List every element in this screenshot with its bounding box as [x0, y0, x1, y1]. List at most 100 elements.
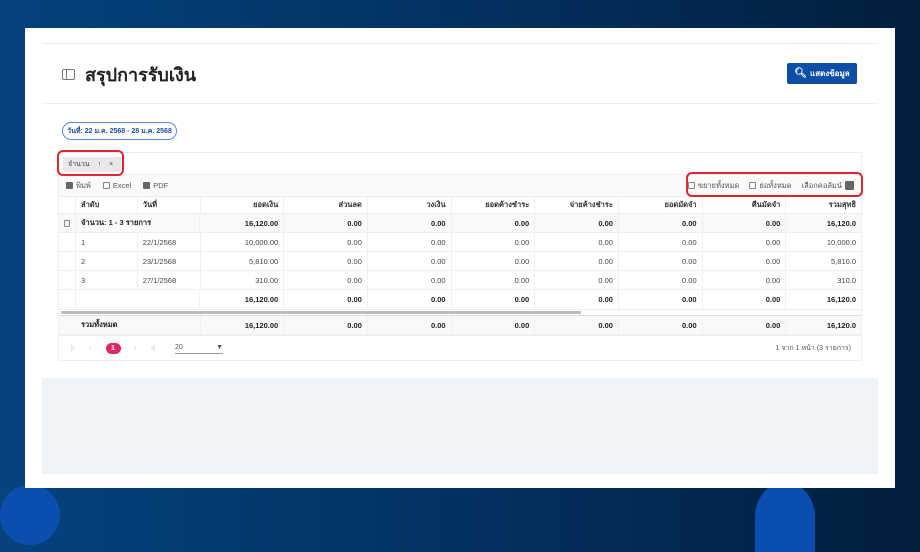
row-value: 0.00 [368, 233, 452, 251]
total-value: 0.00 [452, 316, 536, 334]
row-value: 0.00 [284, 271, 368, 289]
subtotal-value: 0.00 [535, 290, 619, 309]
chevron-down-icon: ▼ [216, 343, 223, 351]
column-header: ยอดเงิน [201, 197, 285, 213]
show-data-button[interactable]: 🔍︎ แสดงข้อมูล [787, 63, 857, 84]
table-header: ลำดับ วันที่ ยอดเงิน ส่วนลด วงเงิน ยอดค้างชำร… [59, 197, 861, 214]
subtotal-value: 0.00 [284, 290, 368, 309]
subtotal-value: 0.00 [368, 290, 452, 309]
row-value: 0.00 [703, 271, 787, 289]
subtotal-value: 0.00 [703, 290, 787, 309]
total-row: รวมทั้งหมด 16,120.00 0.00 0.00 0.00 0.00 0.00 0… [59, 316, 861, 335]
prev-page-button[interactable]: ‹ [89, 345, 91, 352]
divider [42, 43, 878, 44]
group-label: จำนวน: 1 - 3 รายการ [76, 214, 201, 232]
column-header: ยอดมัดจำ [619, 197, 703, 213]
subtotal-value: 16,120.00 [200, 290, 285, 309]
table-row[interactable]: 1 22/1/2568 10,000.00 0.00 0.00 0.00 0.00 0.00 0… [59, 233, 861, 252]
group-expand-icon[interactable] [59, 214, 76, 232]
row-date: 22/1/2568 [138, 233, 201, 251]
spacer [76, 290, 201, 309]
row-value: 0.00 [619, 271, 703, 289]
group-row[interactable]: จำนวน: 1 - 3 รายการ 16,120.00 0.00 0.00 0.00… [59, 214, 861, 233]
group-value: 0.00 [619, 214, 703, 232]
total-value: 0.00 [619, 316, 703, 334]
row-value: 310.0 [837, 275, 857, 285]
highlight-box [686, 172, 863, 197]
row-value: 0.00 [284, 252, 368, 270]
total-value: 16,120.0 [826, 320, 857, 330]
excel-button[interactable]: Excel [102, 181, 131, 190]
row-value: 5,810.0 [831, 256, 857, 266]
decor-blob [755, 482, 815, 552]
column-header: ส่วนลด [284, 197, 368, 213]
column-header: คืนมัดจำ [703, 197, 787, 213]
search-icon: 🔍︎ [794, 68, 808, 79]
indent [59, 271, 76, 289]
pdf-button[interactable]: PDF [143, 181, 168, 190]
column-header: จ่ายค้างชำระ [535, 197, 619, 213]
last-page-button[interactable]: ›| [151, 345, 155, 352]
row-value: 0.00 [535, 233, 619, 251]
subtotal-value: 0.00 [452, 290, 536, 309]
row-value: 0.00 [284, 233, 368, 251]
group-value: 16,120.0 [826, 218, 857, 228]
highlight-box [57, 150, 124, 176]
total-value: 0.00 [368, 316, 452, 334]
group-value: 0.00 [703, 214, 787, 232]
page-info: 1 จาก 1 หน้า (3 รายการ) [775, 345, 851, 352]
print-button[interactable]: พิมพ์ [66, 180, 91, 192]
row-value: 0.00 [452, 252, 536, 270]
row-value: 0.00 [703, 233, 787, 251]
next-page-button[interactable]: › [135, 345, 137, 352]
row-date: 23/1/2568 [138, 252, 201, 270]
page-title: สรุปการรับเงิน [62, 60, 196, 89]
pager: |‹ ‹ 1 › ›| 20 ▼ 1 จาก 1 หน้า (3 รายการ) [59, 335, 861, 361]
table-row[interactable]: 3 27/1/2568 310.00 0.00 0.00 0.00 0.00 0.00 0.00… [59, 271, 861, 290]
group-value: 0.00 [368, 214, 452, 232]
indent [59, 252, 76, 270]
page-1-button[interactable]: 1 [105, 343, 121, 354]
row-value: 0.00 [368, 271, 452, 289]
total-label: รวมทั้งหมด [59, 316, 201, 334]
group-summary-row: 16,120.00 0.00 0.00 0.00 0.00 0.00 0.00 16,120.… [59, 290, 861, 310]
row-date: 27/1/2568 [138, 271, 201, 289]
date-range-badge[interactable]: วันที่: 22 ม.ค. 2568 - 28 ม.ค. 2568 [62, 122, 177, 140]
column-header: วันที่ [138, 197, 201, 213]
header-spacer [59, 197, 76, 213]
row-value: 0.00 [452, 271, 536, 289]
column-header: ยอดค้างชำระ [452, 197, 536, 213]
row-value: 0.00 [703, 252, 787, 270]
total-value: 0.00 [535, 316, 619, 334]
subtotal-value: 16,120.0 [826, 295, 857, 304]
group-value: 0.00 [284, 214, 368, 232]
row-value: 0.00 [452, 233, 536, 251]
horizontal-scrollbar[interactable] [61, 311, 581, 314]
subtotal-value: 0.00 [619, 290, 703, 309]
column-header: รวมสุทธิ [828, 200, 857, 209]
column-header: วงเงิน [368, 197, 452, 213]
decor-blob [0, 485, 60, 545]
table-row[interactable]: 2 23/1/2568 5,810.00 0.00 0.00 0.00 0.00 0.00 0.… [59, 252, 861, 271]
row-value: 0.00 [619, 252, 703, 270]
divider [42, 103, 878, 104]
total-value: 0.00 [284, 316, 368, 334]
printer-icon [66, 182, 73, 189]
excel-icon [102, 182, 110, 189]
row-value: 10,000.00 [201, 233, 285, 251]
total-value: 0.00 [703, 316, 787, 334]
indent [59, 290, 76, 309]
group-value: 0.00 [535, 214, 619, 232]
row-no: 1 [76, 233, 138, 251]
empty-panel [42, 378, 878, 474]
page-size-select[interactable]: 20 ▼ [175, 344, 223, 354]
group-value: 16,120.00 [200, 214, 285, 232]
sidebar-toggle-icon[interactable] [62, 69, 75, 80]
row-value: 310.00 [201, 271, 285, 289]
table: ลำดับ วันที่ ยอดเงิน ส่วนลด วงเงิน ยอดค้างชำร… [59, 197, 861, 335]
row-value: 10,000.0 [826, 237, 857, 247]
first-page-button[interactable]: |‹ [71, 345, 75, 352]
row-value: 5,810.00 [201, 252, 285, 270]
column-header: ลำดับ [76, 197, 138, 213]
group-value: 0.00 [452, 214, 536, 232]
